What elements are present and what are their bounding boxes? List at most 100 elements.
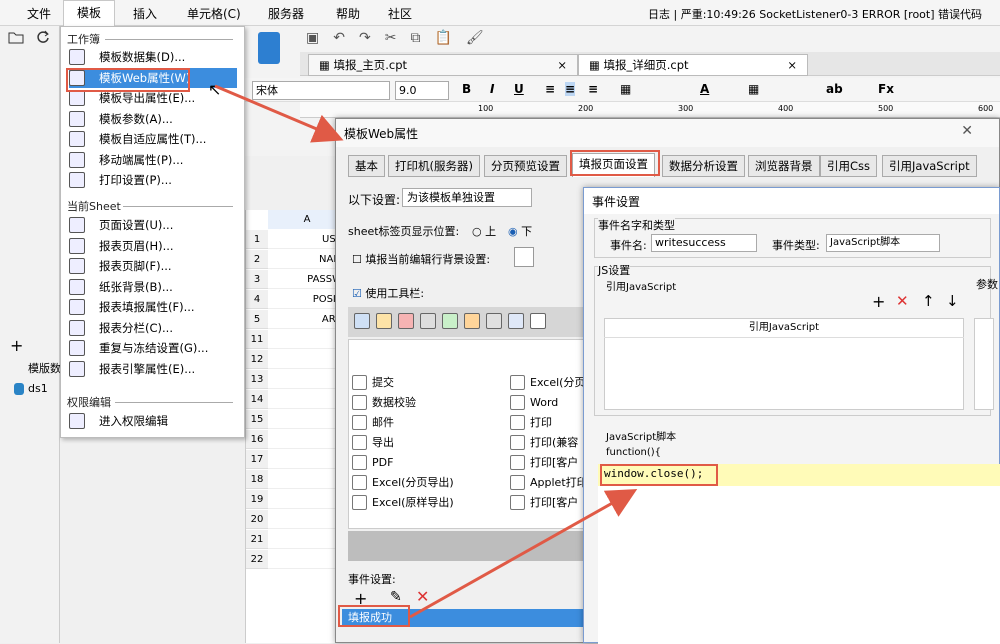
menu-item[interactable]: 纸张背景(B)...: [69, 277, 237, 297]
radio-down[interactable]: ◉ 下: [508, 223, 532, 239]
add-icon[interactable]: +: [10, 336, 23, 355]
row-header[interactable]: 17: [246, 450, 268, 469]
tool-item[interactable]: 提交: [352, 373, 394, 391]
template-icon[interactable]: [258, 32, 280, 64]
font-size-select[interactable]: 9.0: [395, 81, 449, 100]
font-color-icon[interactable]: A: [700, 82, 709, 96]
dialog-tab[interactable]: 基本: [348, 155, 385, 177]
paste-icon[interactable]: 📋: [434, 30, 451, 46]
row-header[interactable]: 2: [246, 250, 268, 269]
radio-up[interactable]: ○ 上: [472, 223, 496, 239]
dialog-tab[interactable]: 数据分析设置: [662, 155, 745, 177]
menu-item[interactable]: 报表填报属性(F)...: [69, 297, 237, 317]
menu-item[interactable]: 页面设置(U)...: [69, 215, 237, 235]
arrow-up-icon[interactable]: ↑: [922, 292, 935, 310]
menu-item[interactable]: 模板数据集(D)...: [69, 47, 237, 67]
row-header[interactable]: 3: [246, 270, 268, 289]
dialog-tab[interactable]: 分页预览设置: [484, 155, 567, 177]
toolbar-button-icon[interactable]: [398, 313, 414, 329]
menu-item[interactable]: 模板自适应属性(T)...: [69, 129, 237, 149]
format-brush-icon[interactable]: 🖌: [466, 30, 484, 46]
redo-icon[interactable]: ↷: [359, 30, 371, 46]
row-header[interactable]: 20: [246, 510, 268, 529]
menu-item[interactable]: 报表引擎属性(E)...: [69, 359, 237, 379]
toolbar-button-icon[interactable]: [530, 313, 546, 329]
row-header[interactable]: 1: [246, 230, 268, 249]
grid-icon[interactable]: ▦: [748, 82, 759, 96]
tab-main[interactable]: ▦ 填报_主页.cpt ×: [308, 54, 578, 76]
underline-icon[interactable]: U: [514, 82, 524, 96]
refresh-icon[interactable]: [36, 30, 50, 47]
tool-item[interactable]: Applet打印: [510, 473, 588, 491]
tool-item[interactable]: 打印(兼容: [510, 433, 578, 451]
tree-item-ds1[interactable]: ds1: [8, 382, 48, 395]
edit-event-icon[interactable]: ✎: [390, 589, 402, 605]
row-header[interactable]: 15: [246, 410, 268, 429]
toolbar-button-icon[interactable]: [420, 313, 436, 329]
menu-item[interactable]: 报表分栏(C)...: [69, 318, 237, 338]
row-header[interactable]: 14: [246, 390, 268, 409]
font-family-select[interactable]: 宋体: [252, 81, 390, 100]
row-header[interactable]: 19: [246, 490, 268, 509]
border-icon[interactable]: ▦: [620, 82, 631, 96]
tool-item[interactable]: Excel(分页导出): [352, 473, 454, 491]
align-center-icon[interactable]: ≡: [565, 82, 576, 96]
menu-item[interactable]: 报表页眉(H)...: [69, 236, 237, 256]
event-name-input[interactable]: writesuccess: [651, 234, 757, 252]
undo-icon[interactable]: ↶: [333, 30, 345, 46]
italic-icon[interactable]: I: [490, 82, 494, 96]
row-header[interactable]: 4: [246, 290, 268, 309]
tool-item[interactable]: PDF: [352, 453, 393, 471]
menu-file[interactable]: 文件: [27, 5, 51, 22]
menu-item[interactable]: 进入权限编辑: [69, 411, 237, 431]
row-header[interactable]: 16: [246, 430, 268, 449]
tool-item[interactable]: 数据校验: [352, 393, 416, 411]
dialog-tab[interactable]: 打印机(服务器): [388, 155, 480, 177]
formula-icon[interactable]: Fx: [878, 82, 894, 96]
row-header[interactable]: 22: [246, 550, 268, 569]
tab-detail[interactable]: ▦ 填报_详细页.cpt ×: [578, 54, 808, 76]
align-left-icon[interactable]: ≡: [545, 82, 555, 96]
tool-item[interactable]: Excel(分页: [510, 373, 585, 391]
row-header[interactable]: 21: [246, 530, 268, 549]
text-icon[interactable]: ab: [826, 82, 843, 96]
use-toolbar-checkbox[interactable]: ☑ 使用工具栏:: [352, 285, 424, 301]
row-header[interactable]: 18: [246, 470, 268, 489]
tool-item[interactable]: Word: [510, 393, 558, 411]
toolbar-button-icon[interactable]: [508, 313, 524, 329]
script-editor[interactable]: [598, 464, 1000, 644]
menu-server[interactable]: 服务器: [268, 5, 304, 22]
add-icon[interactable]: +: [872, 292, 885, 311]
row-header[interactable]: 12: [246, 350, 268, 369]
folder-icon[interactable]: [8, 30, 24, 47]
close-icon[interactable]: ×: [557, 55, 567, 75]
save-icon[interactable]: ▣: [306, 30, 319, 46]
tool-item[interactable]: 邮件: [352, 413, 394, 431]
tool-item[interactable]: Excel(原样导出): [352, 493, 454, 511]
dialog-tab[interactable]: 引用JavaScript: [882, 155, 977, 177]
tool-item[interactable]: 打印[客户: [510, 453, 578, 471]
menu-item[interactable]: 报表页脚(F)...: [69, 256, 237, 276]
menu-item[interactable]: 模板参数(A)...: [69, 109, 237, 129]
toolbar-button-icon[interactable]: [442, 313, 458, 329]
toolbar-button-icon[interactable]: [376, 313, 392, 329]
set-select[interactable]: 为该模板单独设置: [402, 188, 532, 207]
dialog-tab[interactable]: 浏览器背景: [748, 155, 820, 177]
copy-icon[interactable]: ⧉: [410, 30, 420, 46]
tool-item[interactable]: 打印[客户: [510, 493, 578, 511]
event-type-select[interactable]: JavaScript脚本: [826, 234, 940, 252]
toolbar-button-icon[interactable]: [486, 313, 502, 329]
row-header[interactable]: 11: [246, 330, 268, 349]
tool-item[interactable]: 导出: [352, 433, 394, 451]
arrow-down-icon[interactable]: ↓: [946, 292, 959, 310]
cut-icon[interactable]: ✂: [385, 30, 397, 46]
menu-insert[interactable]: 插入: [133, 5, 157, 22]
menu-item[interactable]: 打印设置(P)...: [69, 170, 237, 190]
row-header[interactable]: 5: [246, 310, 268, 329]
menu-item[interactable]: 重复与冻结设置(G)...: [69, 338, 237, 358]
row-header[interactable]: 13: [246, 370, 268, 389]
menu-template[interactable]: 模板: [63, 0, 115, 26]
close-icon[interactable]: ×: [787, 55, 797, 75]
menu-help[interactable]: 帮助: [336, 5, 360, 22]
menu-cell[interactable]: 单元格(C): [187, 5, 241, 22]
